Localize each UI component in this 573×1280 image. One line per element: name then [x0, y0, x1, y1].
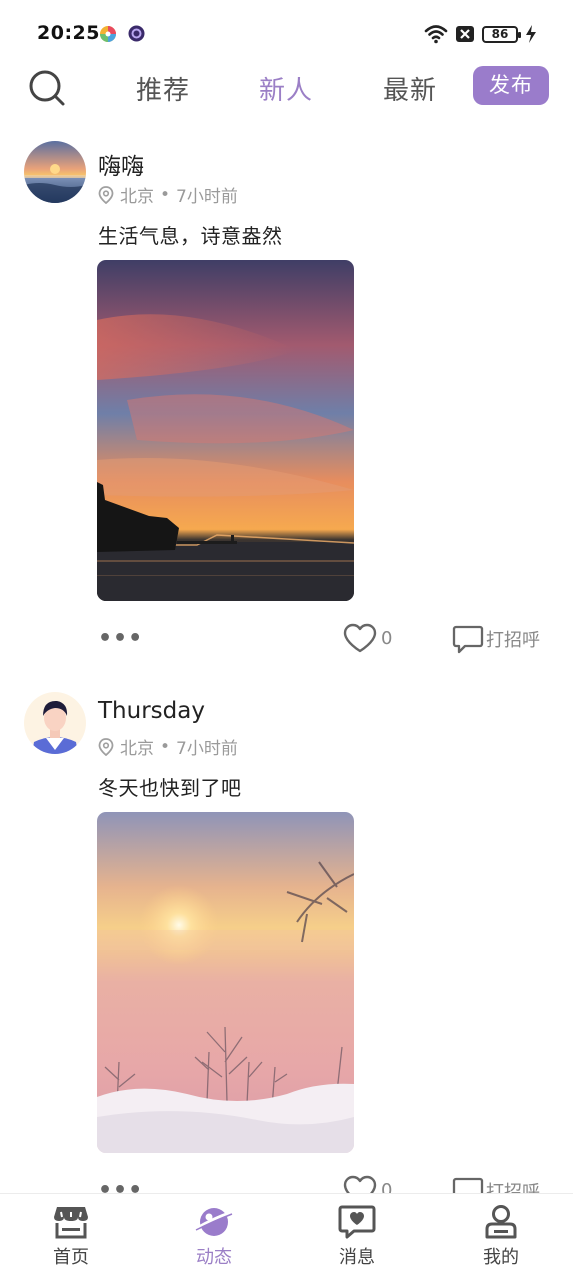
- location-row: 北京 • 7小时前: [98, 182, 238, 207]
- post-text: 生活气息，诗意盎然: [98, 224, 283, 248]
- username[interactable]: 嗨嗨: [98, 147, 144, 181]
- post-photo[interactable]: [97, 812, 354, 1153]
- nav-profile-label: 我的: [483, 1247, 519, 1268]
- more-options-icon[interactable]: •••: [98, 626, 143, 651]
- search-icon[interactable]: [26, 67, 68, 109]
- planet-icon: [195, 1208, 233, 1236]
- post-text: 冬天也快到了吧: [98, 776, 242, 800]
- nav-messages-label: 消息: [339, 1247, 375, 1268]
- avatar[interactable]: [24, 692, 86, 754]
- location-city: 北京: [120, 739, 154, 759]
- nav-home-label: 首页: [53, 1247, 89, 1268]
- location-city: 北京: [120, 187, 154, 207]
- post-photo[interactable]: [97, 260, 354, 601]
- location-separator: •: [160, 184, 171, 205]
- post-time: 7小时前: [176, 739, 238, 759]
- user-icon: [485, 1205, 517, 1239]
- like-count: 0: [381, 627, 393, 649]
- pinwheel-app-icon: [100, 26, 116, 42]
- top-nav: 推荐 新人 最新 发布: [0, 62, 573, 112]
- sim-x-icon: [456, 26, 474, 42]
- wifi-icon: [424, 25, 448, 44]
- message-heart-icon: [338, 1205, 376, 1239]
- charging-icon: [526, 25, 536, 43]
- circle-app-icon: [128, 25, 145, 42]
- status-time: 20:25: [37, 22, 100, 44]
- status-bar: 20:25 86: [0, 0, 573, 62]
- publish-button[interactable]: 发布: [473, 66, 549, 105]
- chat-bubble-icon: [452, 625, 484, 654]
- store-icon: [54, 1207, 88, 1239]
- post-time: 7小时前: [176, 187, 238, 207]
- nav-moments[interactable]: 动态: [179, 1204, 249, 1269]
- tab-latest[interactable]: 最新: [383, 70, 437, 107]
- tab-recommend[interactable]: 推荐: [136, 70, 190, 107]
- location-row: 北京 • 7小时前: [98, 734, 238, 759]
- nav-profile[interactable]: 我的: [466, 1204, 536, 1269]
- nav-moments-label: 动态: [196, 1247, 232, 1268]
- greet-label: 打招呼: [486, 630, 540, 651]
- like-button[interactable]: 0: [343, 623, 392, 653]
- battery-icon: 86: [482, 25, 521, 43]
- location-separator: •: [160, 736, 171, 757]
- nav-messages[interactable]: 消息: [322, 1204, 392, 1269]
- username[interactable]: Thursday: [98, 698, 205, 724]
- heart-icon: [343, 623, 377, 653]
- nav-home[interactable]: 首页: [36, 1204, 106, 1269]
- greet-button[interactable]: 打招呼: [452, 623, 540, 655]
- location-pin-icon: [98, 185, 114, 204]
- tab-newcomers[interactable]: 新人: [259, 70, 313, 107]
- bottom-nav: 首页 动态 消息 我的: [0, 1193, 573, 1280]
- location-pin-icon: [98, 737, 114, 756]
- avatar[interactable]: [24, 141, 86, 203]
